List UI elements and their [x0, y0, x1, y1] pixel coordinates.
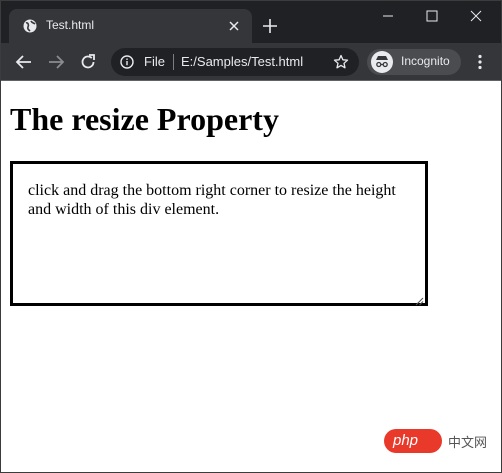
incognito-icon [371, 51, 393, 73]
page-content: The resize Property click and drag the b… [1, 82, 501, 472]
reload-button[interactable] [79, 53, 97, 71]
bookmark-star-icon[interactable] [333, 54, 349, 70]
address-bar[interactable]: File E:/Samples/Test.html [111, 48, 359, 76]
tab-test-html[interactable]: Test.html [9, 9, 252, 43]
maximize-icon [426, 10, 438, 22]
tab-title: Test.html [46, 18, 95, 32]
watermark-site-text: 中文网 [448, 436, 488, 451]
globe-icon [23, 19, 37, 33]
close-window-button[interactable] [455, 5, 499, 27]
new-tab-icon[interactable] [262, 18, 278, 34]
browser-toolbar: File E:/Samples/Test.html Incognito [1, 43, 501, 81]
url-text[interactable]: E:/Samples/Test.html [181, 54, 303, 69]
close-tab-icon[interactable] [227, 19, 241, 33]
resizable-div[interactable]: click and drag the bottom right corner t… [10, 161, 428, 306]
page-heading: The resize Property [10, 101, 279, 137]
incognito-label: Incognito [401, 54, 450, 68]
arrow-right-icon [49, 55, 65, 69]
minimize-icon [383, 15, 393, 17]
info-icon[interactable] [120, 55, 134, 69]
php-logo: php [384, 429, 442, 453]
forward-button[interactable] [47, 53, 65, 71]
back-button[interactable] [15, 53, 33, 71]
more-vert-icon[interactable] [477, 54, 483, 70]
browser-window: Test.html File E:/Samples/Test.html Inco… [0, 0, 502, 473]
resize-grip-icon[interactable] [414, 292, 424, 306]
scheme-label: File [144, 54, 165, 69]
arrow-left-icon [15, 55, 31, 69]
maximize-button[interactable] [411, 5, 455, 27]
reload-icon [81, 54, 95, 69]
close-icon [470, 10, 482, 22]
incognito-profile-button[interactable]: Incognito [367, 49, 461, 75]
address-divider [173, 54, 174, 70]
minimize-button[interactable] [367, 5, 411, 27]
tab-strip: Test.html [1, 1, 501, 43]
resizable-div-text: click and drag the bottom right corner t… [28, 182, 396, 218]
php-logo-text: php [393, 432, 419, 449]
